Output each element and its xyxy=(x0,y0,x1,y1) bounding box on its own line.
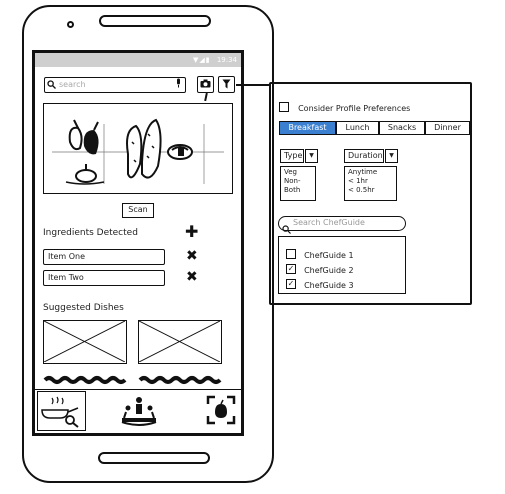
tab-cooking-search[interactable] xyxy=(37,391,86,431)
chevron-down-icon[interactable]: ▼ xyxy=(305,148,318,163)
tab-lunch[interactable]: Lunch xyxy=(336,121,379,135)
tab-chef-table[interactable] xyxy=(118,394,160,434)
tab-scan-ingredient[interactable] xyxy=(206,395,236,429)
chefguide-label: ChefGuide 3 xyxy=(304,281,354,290)
type-dropdown[interactable]: Type ▼ xyxy=(280,148,318,163)
camera-preview xyxy=(43,103,233,194)
ingredient-item-one[interactable]: Item One xyxy=(43,249,165,265)
status-time: 19:34 xyxy=(216,56,237,64)
vegetables-sketch xyxy=(52,118,224,185)
type-label: Type xyxy=(284,151,303,160)
duration-option[interactable]: < 0.5hr xyxy=(348,186,393,195)
plus-icon[interactable]: ✚ xyxy=(185,224,198,240)
profile-pref-checkbox[interactable] xyxy=(279,101,289,112)
dish-image-placeholder[interactable] xyxy=(43,320,127,364)
chefguide-search-input[interactable]: Search ChefGuide xyxy=(278,216,406,231)
chefguide-checkbox[interactable]: ✓ xyxy=(286,263,296,274)
type-options: Veg Non- Both xyxy=(280,166,316,201)
duration-options: Anytime < 1hr < 0.5hr xyxy=(344,166,397,201)
scan-button[interactable]: Scan xyxy=(122,203,154,218)
image-placeholder-icon xyxy=(43,320,126,363)
type-option[interactable]: Non- xyxy=(284,177,312,186)
dish-name-scribble xyxy=(138,370,222,389)
chefguide-item[interactable]: ✓ ChefGuide 3 xyxy=(286,273,354,292)
camera-icon xyxy=(200,79,211,88)
tab-breakfast[interactable]: Breakfast xyxy=(279,121,336,135)
type-option[interactable]: Veg xyxy=(284,168,312,177)
duration-label: Duration xyxy=(348,151,383,160)
pan-search-icon xyxy=(41,396,79,428)
chefguide-checkbox[interactable] xyxy=(286,248,296,259)
camera-dot xyxy=(67,21,74,28)
tab-snacks[interactable]: Snacks xyxy=(379,121,425,135)
tab-dinner[interactable]: Dinner xyxy=(425,121,470,135)
dish-name-scribble xyxy=(43,370,127,389)
panel-connector xyxy=(236,84,269,86)
home-button[interactable] xyxy=(98,452,210,464)
filter-button[interactable] xyxy=(218,76,235,93)
duration-dropdown[interactable]: Duration ▼ xyxy=(344,148,398,163)
status-bar: ▼◢▮ 19:34 xyxy=(35,53,241,67)
signal-indicator: ▼◢▮ xyxy=(192,56,211,64)
suggested-title: Suggested Dishes xyxy=(43,303,124,313)
ingredients-title: Ingredients Detected xyxy=(43,228,138,238)
chevron-down-icon[interactable]: ▼ xyxy=(385,148,398,163)
duration-option[interactable]: < 1hr xyxy=(348,177,393,186)
profile-pref-label: Consider Profile Preferences xyxy=(298,104,411,113)
ingredient-item-two[interactable]: Item Two xyxy=(43,270,165,286)
mic-icon[interactable] xyxy=(175,78,182,91)
camera-button[interactable] xyxy=(197,76,214,93)
speaker-grille xyxy=(99,15,211,27)
close-icon[interactable]: ✖ xyxy=(186,249,198,263)
type-option[interactable]: Both xyxy=(284,186,312,195)
dish-image-placeholder[interactable] xyxy=(138,320,222,364)
search-icon xyxy=(47,80,56,92)
chefguide-checkbox[interactable]: ✓ xyxy=(286,278,296,289)
profile-pref-row[interactable]: Consider Profile Preferences xyxy=(279,96,410,115)
search-input[interactable]: search xyxy=(44,77,186,93)
chef-table-icon xyxy=(121,397,157,426)
image-placeholder-icon xyxy=(138,320,221,363)
scan-food-icon xyxy=(206,395,236,425)
duration-option[interactable]: Anytime xyxy=(348,168,393,177)
close-icon[interactable]: ✖ xyxy=(186,270,198,284)
filter-icon xyxy=(222,79,231,89)
